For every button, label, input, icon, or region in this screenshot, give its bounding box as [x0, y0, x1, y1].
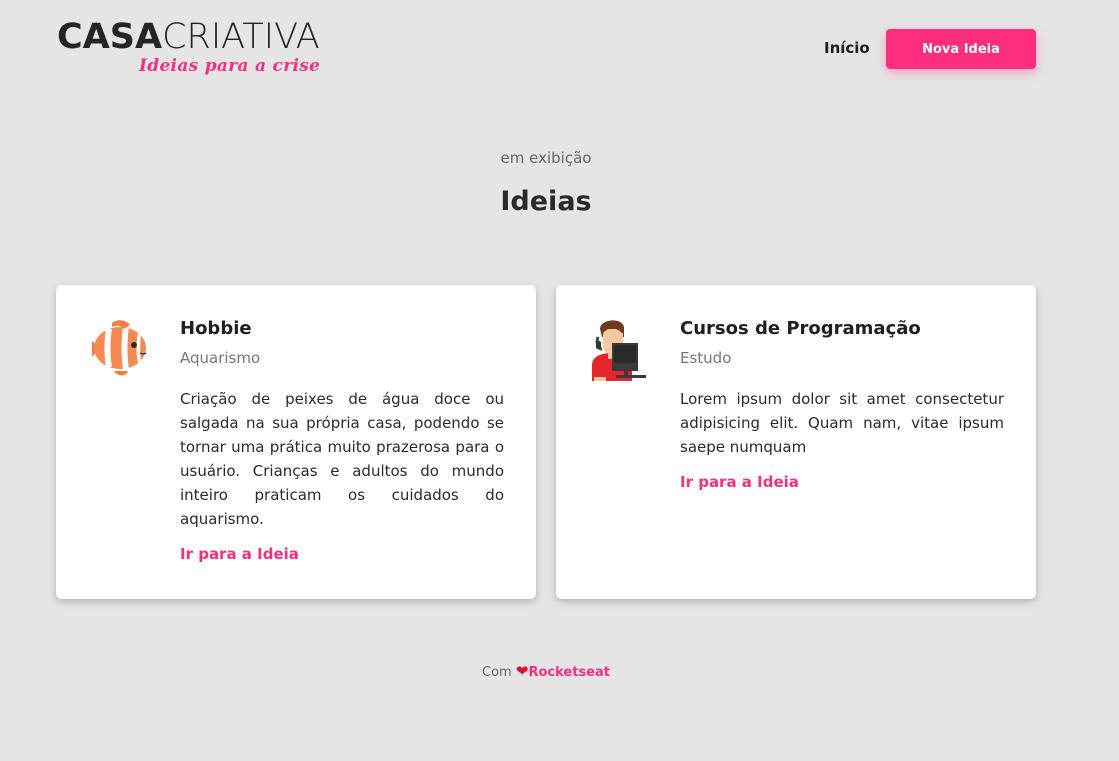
logo-tagline: Ideias para a crise [139, 56, 321, 76]
logo[interactable]: CASACRIATIVA Ideias para a crise [57, 18, 349, 80]
idea-description: Lorem ipsum dolor sit amet consectetur a… [680, 390, 1004, 456]
programmer-icon [586, 315, 652, 381]
footer-prefix: Com [482, 665, 512, 680]
footer: Com ❤Rocketseat [0, 662, 1092, 680]
heart-icon: ❤ [515, 662, 529, 680]
go-to-idea-link[interactable]: Ir para a Ideia [680, 473, 799, 491]
new-idea-button[interactable]: Nova Ideia [886, 29, 1036, 69]
page-title: Ideias [500, 186, 592, 217]
idea-title: Hobbie [180, 318, 252, 339]
idea-description: Criação de peixes de água doce ou salgad… [180, 390, 504, 528]
footer-brand-link[interactable]: Rocketseat [528, 665, 610, 680]
go-to-idea-link[interactable]: Ir para a Ideia [180, 545, 299, 563]
idea-category: Estudo [680, 349, 732, 367]
section-kicker: em exibição [500, 149, 592, 167]
nav-home-link[interactable]: Início [824, 39, 870, 57]
idea-card: Cursos de Programação Estudo Lorem ipsum… [556, 285, 1036, 599]
idea-title: Cursos de Programação [680, 318, 921, 339]
fish-icon [86, 315, 152, 381]
logo-wordmark: CASACRIATIVA [57, 17, 320, 57]
idea-category: Aquarismo [180, 349, 261, 367]
page: CASACRIATIVA Ideias para a crise Início … [0, 0, 1119, 761]
idea-card: Hobbie Aquarismo Criação de peixes de ág… [56, 285, 536, 599]
